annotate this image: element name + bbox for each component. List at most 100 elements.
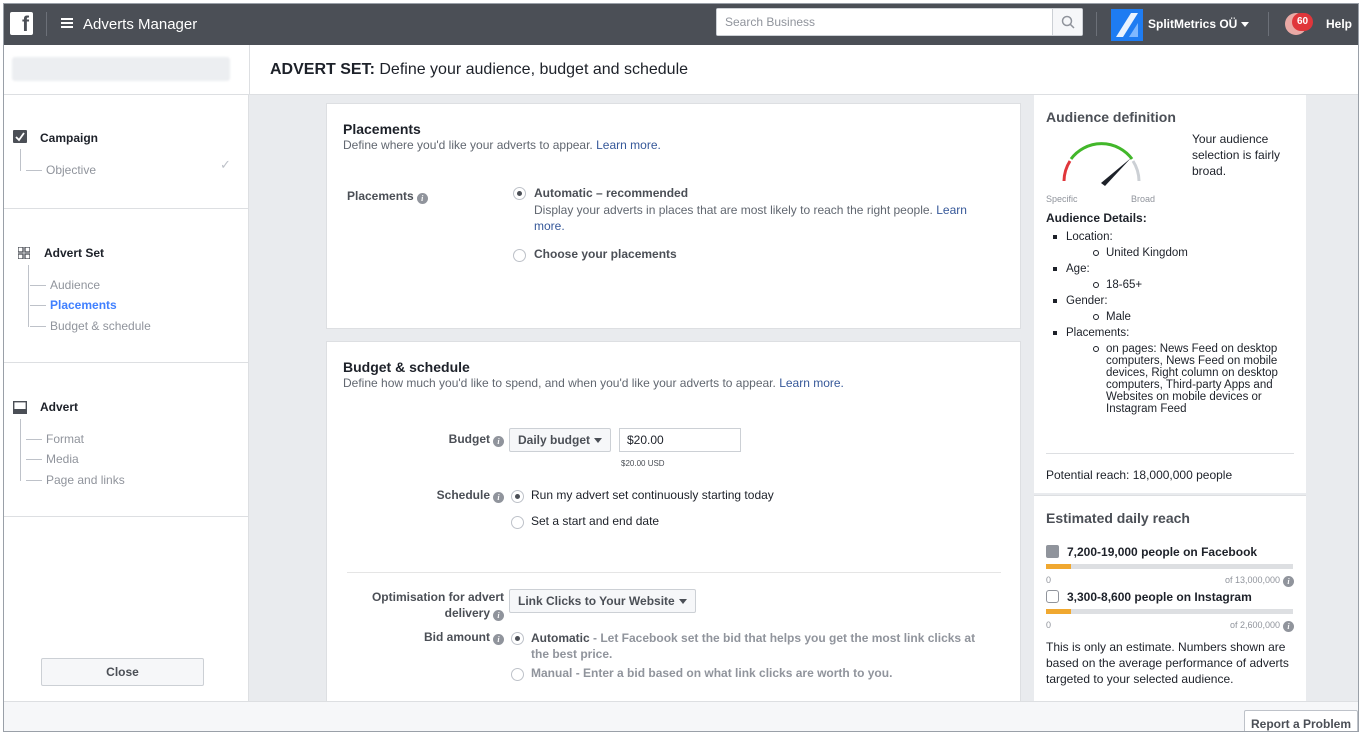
sidebar-item-audience[interactable]: Audience xyxy=(29,278,100,292)
detail-label: Location: xyxy=(1066,231,1113,243)
detail-placements: Placements: on pages: News Feed on deskto… xyxy=(1046,325,1298,415)
facebook-reach-text: 7,200-19,000 people on Facebook xyxy=(1067,545,1258,559)
sidebar-section-advert-set: Advert Set Audience Placements Budget & … xyxy=(4,209,248,363)
sidebar-item-format[interactable]: Format xyxy=(25,432,84,446)
account-logo-icon[interactable] xyxy=(1111,9,1143,41)
sidebar-item-budget-schedule[interactable]: Budget & schedule xyxy=(30,319,151,333)
optimisation-value: Link Clicks to Your Website xyxy=(518,594,675,608)
daily-reach-panel: Estimated daily reach 7,200-19,000 peopl… xyxy=(1034,495,1306,701)
placements-learn-more-link[interactable]: Learn more. xyxy=(596,138,661,152)
menu-icon[interactable] xyxy=(61,18,73,28)
estimate-note: This is only an estimate. Numbers shown … xyxy=(1046,640,1289,686)
budget-usd-note: $20.00 USD xyxy=(621,459,665,468)
divider xyxy=(1046,453,1294,454)
facebook-logo-icon[interactable]: f xyxy=(10,12,33,35)
sidebar: Campaign Objective ✓ Advert Set Audience… xyxy=(4,95,249,701)
placements-field-label: Placements i xyxy=(347,189,428,204)
detail-age: Age: 18-65+ xyxy=(1046,261,1298,293)
report-problem-button[interactable]: Report a Problem xyxy=(1244,710,1358,731)
gauge-specific-label: Specific xyxy=(1046,194,1078,204)
placements-subtitle-text: Define where you'd like your adverts to … xyxy=(343,138,593,152)
sidebar-item-placements[interactable]: Placements xyxy=(30,298,117,312)
tree-line xyxy=(20,419,21,481)
facebook-icon xyxy=(1046,545,1059,558)
audience-details-list: Location: United Kingdom Age: 18-65+ Gende… xyxy=(1046,229,1298,415)
facebook-reach-max: of 13,000,000 i xyxy=(1225,575,1294,587)
placements-choose-label[interactable]: Choose your placements xyxy=(534,247,677,261)
app-title[interactable]: Adverts Manager xyxy=(83,16,197,33)
bid-manual-label[interactable]: Manual - Enter a bid based on what link … xyxy=(531,666,892,680)
info-icon[interactable]: i xyxy=(1283,576,1294,587)
schedule-dates-label[interactable]: Set a start and end date xyxy=(531,514,659,528)
audience-definition-title: Audience definition xyxy=(1046,109,1176,125)
chevron-down-icon xyxy=(594,438,603,444)
schedule-label-text: Schedule xyxy=(436,488,490,502)
instagram-reach-max: of 2,600,000 i xyxy=(1230,620,1294,632)
detail-value: on pages: News Feed on desktop computers… xyxy=(1066,341,1298,415)
campaign-icon xyxy=(13,130,27,143)
optimisation-dropdown[interactable]: Link Clicks to Your Website xyxy=(509,589,696,613)
bid-automatic-label[interactable]: Automatic - Let Facebook set the bid tha… xyxy=(531,630,991,662)
notification-badge[interactable]: 60 xyxy=(1292,13,1314,31)
optimisation-label-line1: Optimisation for advert xyxy=(371,590,504,604)
schedule-dates-radio[interactable] xyxy=(511,516,524,529)
instagram-reach-text: 3,300-8,600 people on Instagram xyxy=(1067,590,1252,604)
info-icon[interactable]: i xyxy=(493,634,504,645)
placements-auto-label[interactable]: Automatic – recommended xyxy=(534,186,688,200)
placements-choose-radio[interactable] xyxy=(513,249,526,262)
bid-manual-title: Manual xyxy=(531,666,573,680)
budget-learn-more-link[interactable]: Learn more. xyxy=(779,376,844,390)
divider xyxy=(249,45,250,95)
app-window: f Adverts Manager SplitMetrics OÜ 60 Hel… xyxy=(3,3,1359,732)
sidebar-heading-advert[interactable]: Advert xyxy=(40,400,78,414)
placements-choose-title: Choose your placements xyxy=(534,247,677,261)
info-icon[interactable]: i xyxy=(493,610,504,621)
bid-automatic-title: Automatic xyxy=(531,631,590,645)
detail-label: Gender: xyxy=(1066,295,1108,307)
detail-value: Male xyxy=(1066,309,1298,325)
instagram-reach-max-text: of 2,600,000 xyxy=(1229,620,1280,630)
help-link[interactable]: Help xyxy=(1326,17,1352,31)
placements-title: Placements xyxy=(343,121,421,137)
bid-amount-label: Bid amount i xyxy=(387,630,504,645)
detail-label: Placements: xyxy=(1066,327,1130,339)
info-icon[interactable]: i xyxy=(1283,621,1294,632)
facebook-reach-max-text: of 13,000,000 xyxy=(1224,575,1280,585)
detail-gender: Gender: Male xyxy=(1046,293,1298,325)
bid-manual-radio[interactable] xyxy=(511,668,524,681)
sidebar-heading-campaign[interactable]: Campaign xyxy=(40,131,98,145)
search-button[interactable] xyxy=(1052,9,1082,35)
schedule-continuous-label[interactable]: Run my advert set continuously starting … xyxy=(531,488,774,502)
page-header: ADVERT SET: Define your audience, budget… xyxy=(4,45,1358,95)
divider xyxy=(1268,12,1269,36)
divider xyxy=(347,572,1001,573)
sidebar-item-objective[interactable]: Objective xyxy=(25,163,96,177)
facebook-reach-bar xyxy=(1046,564,1293,569)
info-icon[interactable]: i xyxy=(416,193,428,204)
placements-card: Placements Define where you'd like your … xyxy=(326,103,1021,329)
budget-type-dropdown[interactable]: Daily budget xyxy=(509,428,612,452)
placements-auto-radio[interactable] xyxy=(513,187,526,200)
optimisation-label: Optimisation for advert delivery i xyxy=(339,589,504,621)
detail-value: 18-65+ xyxy=(1066,277,1298,293)
search-input[interactable] xyxy=(717,9,1047,35)
sidebar-section-advert: Advert Format Media Page and links xyxy=(4,363,248,517)
bid-automatic-radio[interactable] xyxy=(511,632,524,645)
sidebar-item-media[interactable]: Media xyxy=(26,452,79,466)
facebook-reach-row: 7,200-19,000 people on Facebook xyxy=(1046,545,1257,559)
instagram-reach-bar xyxy=(1046,609,1293,614)
audience-details-heading: Audience Details: xyxy=(1046,211,1147,225)
chevron-down-icon xyxy=(678,599,687,605)
budget-subtitle-text: Define how much you'd like to spend, and… xyxy=(343,376,776,390)
close-button[interactable]: Close xyxy=(41,658,204,686)
advert-icon xyxy=(13,401,27,414)
budget-title: Budget & schedule xyxy=(343,359,470,375)
account-switcher[interactable]: SplitMetrics OÜ xyxy=(1148,17,1250,31)
info-icon[interactable]: i xyxy=(493,492,504,503)
schedule-continuous-radio[interactable] xyxy=(511,490,524,503)
info-icon[interactable]: i xyxy=(493,436,504,447)
page-title-prefix: ADVERT SET: xyxy=(270,61,375,78)
sidebar-item-page-and-links[interactable]: Page and links xyxy=(26,473,125,487)
budget-amount-input[interactable] xyxy=(619,428,741,452)
sidebar-heading-advert-set[interactable]: Advert Set xyxy=(44,246,104,260)
